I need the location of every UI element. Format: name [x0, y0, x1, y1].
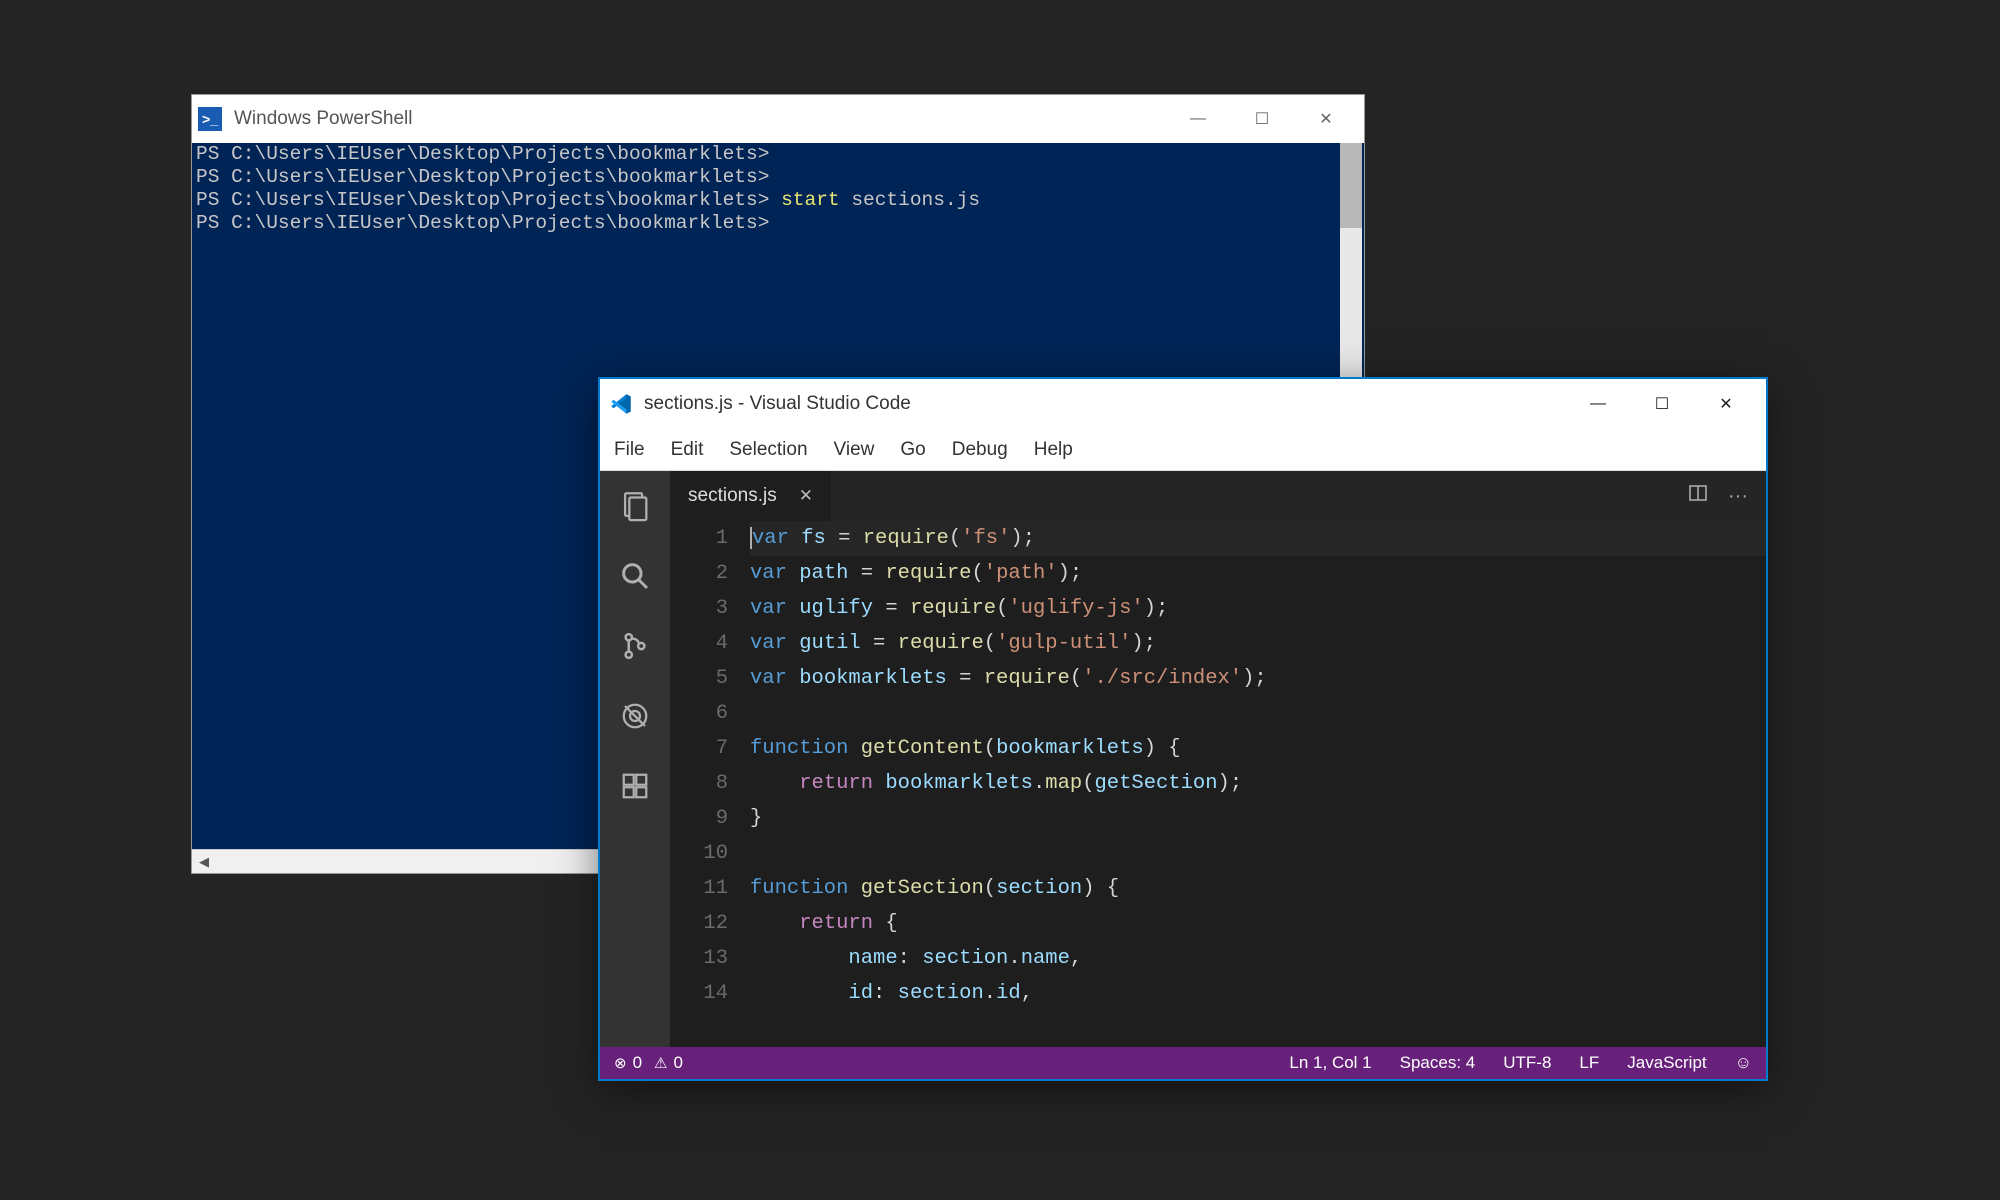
powershell-title-text: Windows PowerShell	[234, 108, 1166, 130]
minimize-button[interactable]: —	[1566, 380, 1630, 428]
line-gutter: 1234567891011121314	[670, 521, 750, 1047]
line-number: 13	[670, 941, 728, 976]
status-bar: ⊗ 0 ⚠ 0 Ln 1, Col 1 Spaces: 4 UTF-8 LF J…	[600, 1047, 1766, 1079]
powershell-icon: >_	[198, 107, 222, 131]
line-number: 4	[670, 626, 728, 661]
eol[interactable]: LF	[1579, 1053, 1599, 1073]
vscode-menubar: File Edit Selection View Go Debug Help	[600, 429, 1766, 471]
language-mode[interactable]: JavaScript	[1627, 1053, 1706, 1073]
error-count[interactable]: 0	[633, 1053, 642, 1073]
explorer-icon[interactable]	[618, 489, 652, 523]
debug-icon[interactable]	[618, 699, 652, 733]
menu-debug[interactable]: Debug	[952, 439, 1008, 461]
warning-icon[interactable]: ⚠	[654, 1054, 667, 1072]
activity-bar	[600, 471, 670, 1047]
encoding[interactable]: UTF-8	[1503, 1053, 1551, 1073]
vscode-title-text: sections.js - Visual Studio Code	[644, 393, 1566, 415]
line-number: 2	[670, 556, 728, 591]
menu-selection[interactable]: Selection	[729, 439, 807, 461]
line-number: 11	[670, 871, 728, 906]
code-line: id: section.id,	[750, 982, 1033, 1005]
terminal-line: PS C:\Users\IEUser\Desktop\Projects\book…	[196, 189, 1360, 212]
terminal-line: PS C:\Users\IEUser\Desktop\Projects\book…	[196, 212, 1360, 235]
powershell-titlebar[interactable]: >_ Windows PowerShell — ☐ ✕	[192, 95, 1364, 143]
close-button[interactable]: ✕	[1294, 95, 1358, 143]
code-line: }	[750, 807, 762, 830]
menu-edit[interactable]: Edit	[671, 439, 704, 461]
line-number: 8	[670, 766, 728, 801]
line-number: 10	[670, 836, 728, 871]
code-line: var bookmarklets = require('./src/index'…	[750, 667, 1267, 690]
error-icon[interactable]: ⊗	[614, 1054, 627, 1072]
code-line: name: section.name,	[750, 947, 1082, 970]
line-number: 1	[670, 521, 728, 556]
code-line: var uglify = require('uglify-js');	[750, 597, 1168, 620]
menu-go[interactable]: Go	[900, 439, 925, 461]
menu-help[interactable]: Help	[1034, 439, 1073, 461]
tab-sections-js[interactable]: sections.js ✕	[670, 471, 831, 521]
line-number: 6	[670, 696, 728, 731]
minimize-button[interactable]: —	[1166, 95, 1230, 143]
maximize-button[interactable]: ☐	[1630, 380, 1694, 428]
code-line: var fs = require('fs');	[750, 521, 1766, 556]
terminal-line: PS C:\Users\IEUser\Desktop\Projects\book…	[196, 166, 1360, 189]
more-actions-icon[interactable]: ···	[1728, 485, 1748, 508]
scrollbar-thumb[interactable]	[1340, 143, 1362, 228]
git-icon[interactable]	[618, 629, 652, 663]
cursor-position[interactable]: Ln 1, Col 1	[1289, 1053, 1371, 1073]
powershell-output: PS C:\Users\IEUser\Desktop\Projects\book…	[192, 143, 1364, 235]
code-line: function getSection(section) {	[750, 877, 1119, 900]
editor-tabs: sections.js ✕ ···	[670, 471, 1766, 521]
code-line: return {	[750, 912, 898, 935]
line-number: 3	[670, 591, 728, 626]
code-line: var gutil = require('gulp-util');	[750, 632, 1156, 655]
line-number: 14	[670, 976, 728, 1011]
vscode-titlebar[interactable]: sections.js - Visual Studio Code — ☐ ✕	[600, 379, 1766, 429]
menu-file[interactable]: File	[614, 439, 645, 461]
feedback-icon[interactable]: ☺	[1735, 1053, 1752, 1073]
search-icon[interactable]	[618, 559, 652, 593]
tab-label: sections.js	[688, 485, 777, 507]
scroll-left-icon[interactable]: ◀	[192, 850, 216, 874]
vscode-logo-icon	[608, 391, 634, 417]
line-number: 12	[670, 906, 728, 941]
split-editor-icon[interactable]	[1688, 483, 1708, 509]
close-button[interactable]: ✕	[1694, 380, 1758, 428]
code-line: function getContent(bookmarklets) {	[750, 737, 1181, 760]
code-line: var path = require('path');	[750, 562, 1082, 585]
code-content[interactable]: var fs = require('fs'); var path = requi…	[750, 521, 1766, 1047]
line-number: 7	[670, 731, 728, 766]
maximize-button[interactable]: ☐	[1230, 95, 1294, 143]
indentation[interactable]: Spaces: 4	[1400, 1053, 1476, 1073]
warning-count[interactable]: 0	[674, 1053, 683, 1073]
tab-close-icon[interactable]: ✕	[799, 486, 813, 506]
code-line: return bookmarklets.map(getSection);	[750, 772, 1242, 795]
line-number: 5	[670, 661, 728, 696]
vscode-window[interactable]: sections.js - Visual Studio Code — ☐ ✕ F…	[598, 377, 1768, 1081]
menu-view[interactable]: View	[834, 439, 875, 461]
extensions-icon[interactable]	[618, 769, 652, 803]
code-editor[interactable]: 1234567891011121314 var fs = require('fs…	[670, 521, 1766, 1047]
terminal-line: PS C:\Users\IEUser\Desktop\Projects\book…	[196, 143, 1360, 166]
line-number: 9	[670, 801, 728, 836]
